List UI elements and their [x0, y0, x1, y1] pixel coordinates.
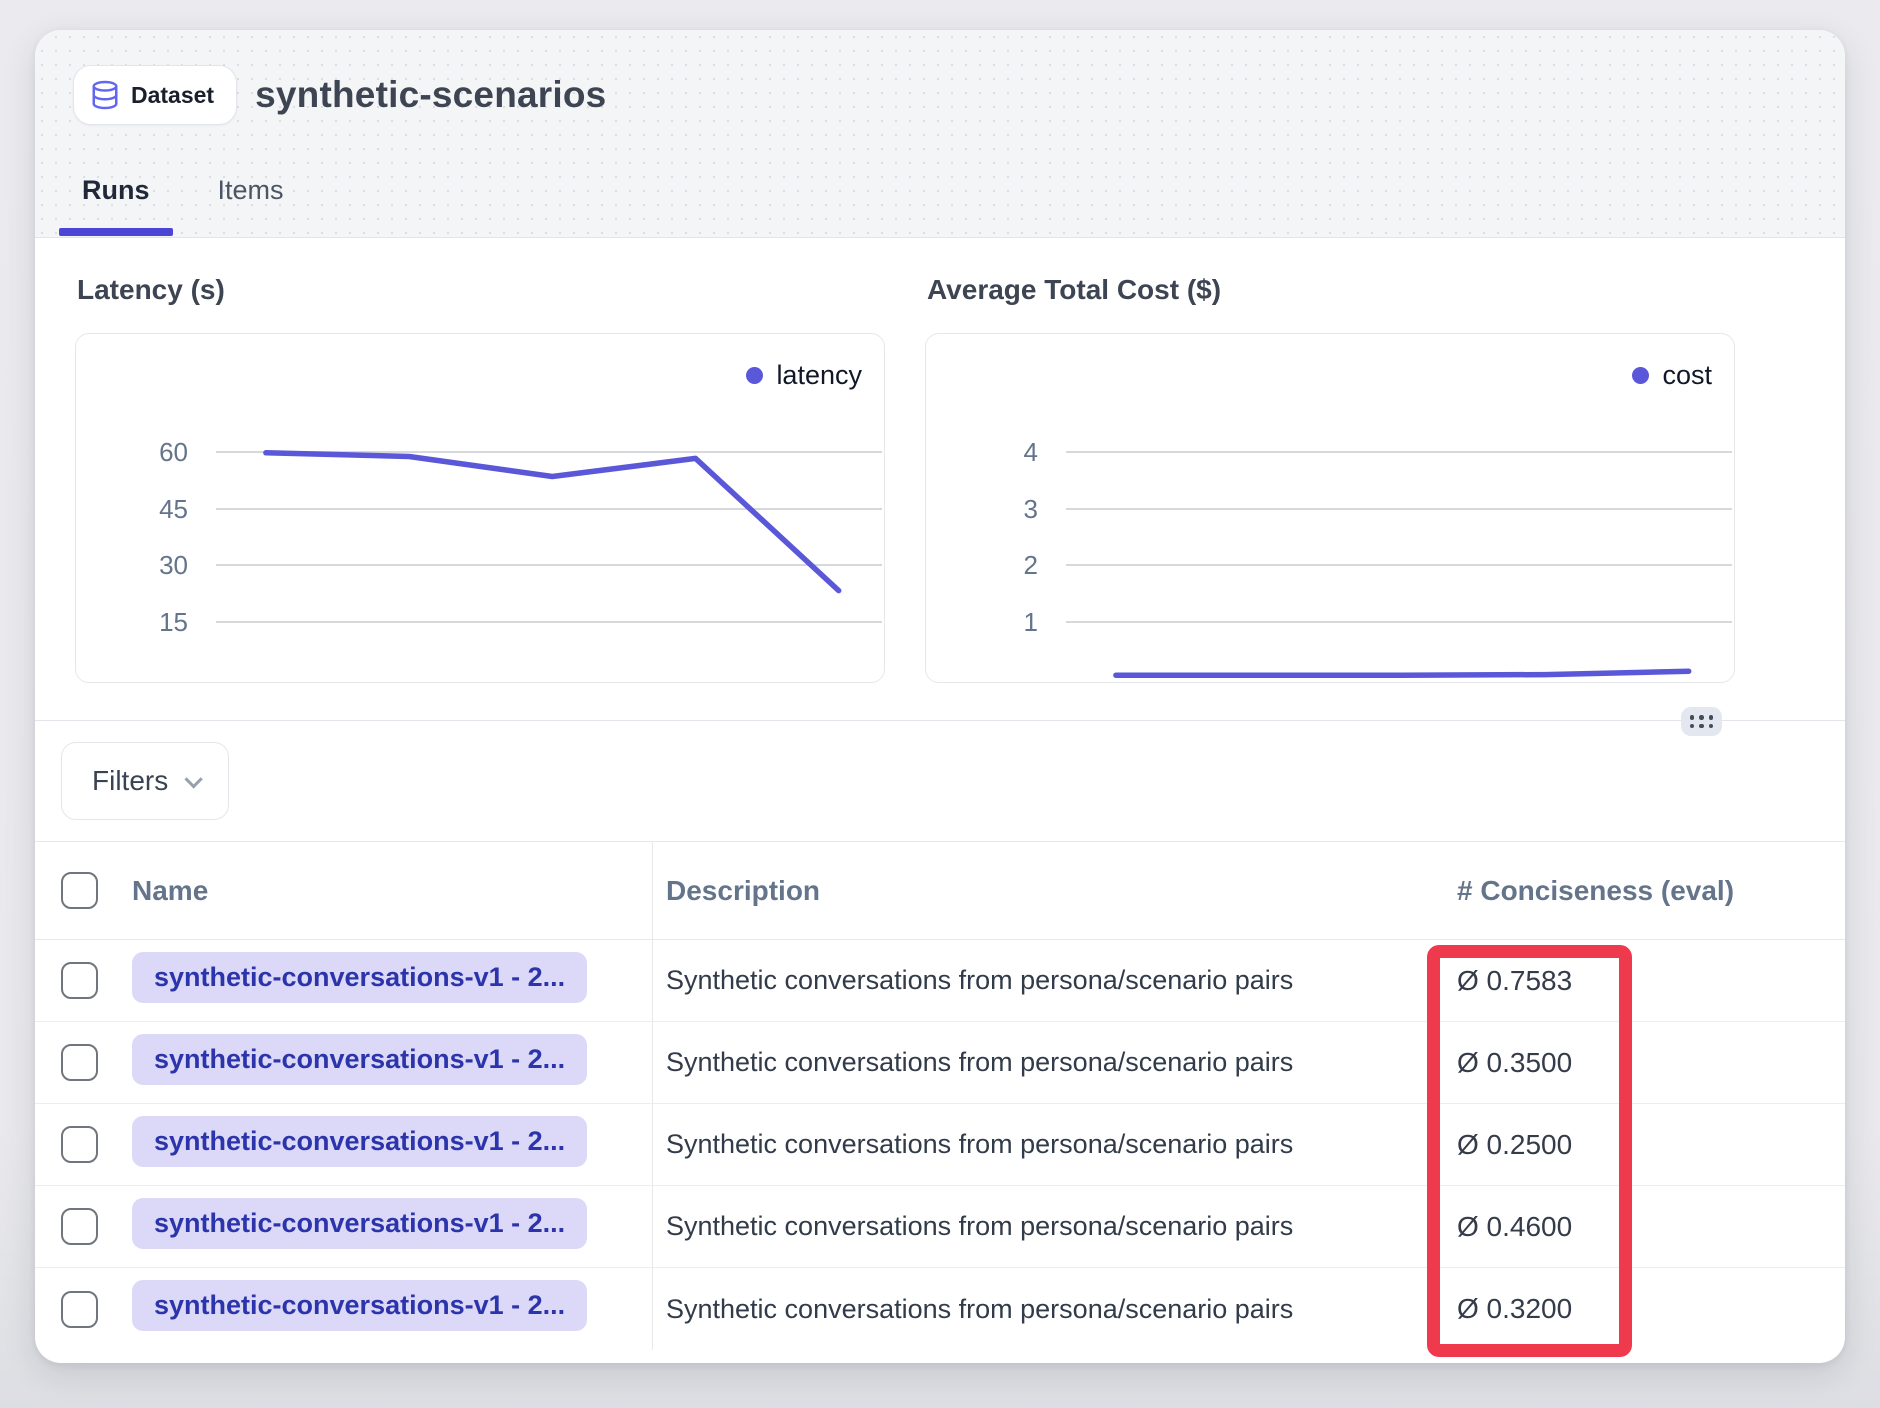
table-header-row: Name Description # Conciseness (eval)	[35, 842, 1845, 940]
database-icon	[90, 78, 120, 112]
cost-line-plot	[926, 334, 1735, 683]
table-row[interactable]: synthetic-conversations-v1 - 2... Synthe…	[35, 1186, 1845, 1268]
column-header-conciseness: # Conciseness (eval)	[1420, 875, 1845, 907]
runs-table: Name Description # Conciseness (eval) sy…	[35, 841, 1845, 1350]
run-name-link[interactable]: synthetic-conversations-v1 - 2...	[132, 1116, 587, 1167]
cost-legend-dot-icon	[1632, 367, 1649, 384]
run-name-link[interactable]: synthetic-conversations-v1 - 2...	[132, 1198, 587, 1249]
row-checkbox[interactable]	[61, 1126, 98, 1163]
tab-runs[interactable]: Runs	[59, 167, 173, 237]
cost-chart: cost 4321	[925, 333, 1735, 683]
run-conciseness-value: Ø 0.2500	[1420, 1129, 1845, 1161]
row-checkbox[interactable]	[61, 962, 98, 999]
table-row[interactable]: synthetic-conversations-v1 - 2... Synthe…	[35, 1268, 1845, 1350]
page-title: synthetic-scenarios	[255, 74, 606, 116]
run-description: Synthetic conversations from persona/sce…	[652, 1268, 1420, 1350]
tabs: Runs Items	[59, 167, 307, 237]
latency-legend-dot-icon	[746, 367, 763, 384]
title-row: Dataset synthetic-scenarios	[73, 65, 606, 125]
column-header-name: Name	[132, 875, 652, 907]
run-description: Synthetic conversations from persona/sce…	[652, 1104, 1420, 1185]
run-description: Synthetic conversations from persona/sce…	[652, 1186, 1420, 1267]
run-name-link[interactable]: synthetic-conversations-v1 - 2...	[132, 952, 587, 1003]
column-header-description: Description	[652, 842, 1420, 939]
charts-row: Latency (s) latency 60453015 Average Tot…	[75, 274, 1805, 683]
latency-chart: latency 60453015	[75, 333, 885, 683]
dataset-header: Dataset synthetic-scenarios Runs Items	[35, 30, 1845, 238]
cost-chart-block: Average Total Cost ($) cost 4321	[925, 274, 1735, 683]
cost-legend-label: cost	[1662, 360, 1712, 391]
latency-legend-label: latency	[776, 360, 862, 391]
run-description: Synthetic conversations from persona/sce…	[652, 940, 1420, 1021]
row-checkbox[interactable]	[61, 1044, 98, 1081]
run-conciseness-value: Ø 0.4600	[1420, 1211, 1845, 1243]
charts-section: Latency (s) latency 60453015 Average Tot…	[35, 238, 1845, 721]
dataset-badge-label: Dataset	[131, 82, 214, 109]
run-conciseness-value: Ø 0.3500	[1420, 1047, 1845, 1079]
latency-chart-block: Latency (s) latency 60453015	[75, 274, 885, 683]
dataset-card: Dataset synthetic-scenarios Runs Items L…	[35, 30, 1845, 1363]
cost-chart-title: Average Total Cost ($)	[927, 274, 1735, 306]
chevron-down-icon	[185, 770, 203, 788]
latency-legend: latency	[746, 360, 862, 391]
row-checkbox[interactable]	[61, 1291, 98, 1328]
grip-dots-icon	[1690, 715, 1714, 720]
run-name-link[interactable]: synthetic-conversations-v1 - 2...	[132, 1280, 587, 1331]
table-row[interactable]: synthetic-conversations-v1 - 2... Synthe…	[35, 1022, 1845, 1104]
run-description: Synthetic conversations from persona/sce…	[652, 1022, 1420, 1103]
table-row[interactable]: synthetic-conversations-v1 - 2... Synthe…	[35, 1104, 1845, 1186]
filters-button[interactable]: Filters	[61, 742, 229, 820]
tab-items[interactable]: Items	[195, 167, 307, 237]
run-name-link[interactable]: synthetic-conversations-v1 - 2...	[132, 1034, 587, 1085]
active-tab-underline	[59, 228, 173, 236]
select-all-cell	[61, 872, 132, 909]
table-row[interactable]: synthetic-conversations-v1 - 2... Synthe…	[35, 940, 1845, 1022]
row-checkbox[interactable]	[61, 1208, 98, 1245]
run-conciseness-value: Ø 0.3200	[1420, 1293, 1845, 1325]
select-all-checkbox[interactable]	[61, 872, 98, 909]
latency-chart-title: Latency (s)	[77, 274, 885, 306]
dataset-badge: Dataset	[73, 65, 237, 125]
cost-legend: cost	[1632, 360, 1712, 391]
run-conciseness-value: Ø 0.7583	[1420, 965, 1845, 997]
page: { "header": { "badge_label": "Dataset", …	[0, 0, 1880, 1408]
filters-toolbar: Filters	[35, 721, 1845, 841]
section-resize-handle[interactable]	[1681, 707, 1722, 736]
